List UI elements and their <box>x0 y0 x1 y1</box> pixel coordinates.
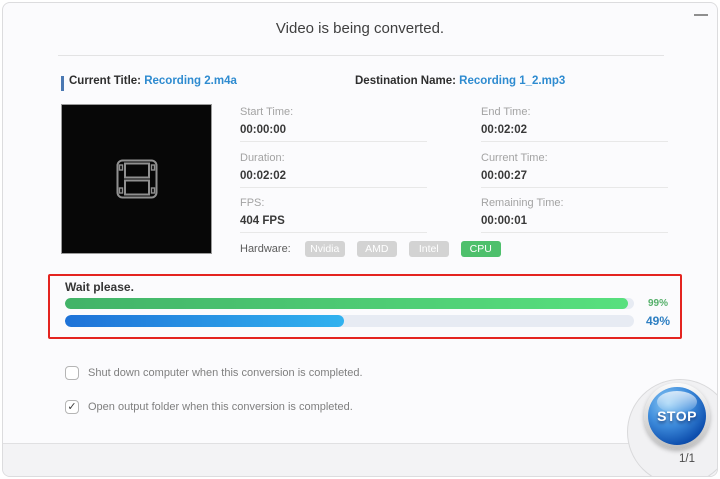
current-title-value: Recording 2.m4a <box>144 75 237 87</box>
shutdown-checkbox[interactable] <box>65 366 79 380</box>
field-label: FPS: <box>240 197 427 209</box>
option-shutdown[interactable]: Shut down computer when this conversion … <box>65 366 363 380</box>
hardware-option-intel[interactable]: Intel <box>409 241 449 257</box>
field-end-time: End Time: 00:02:02 <box>481 106 668 136</box>
hardware-label: Hardware: <box>240 243 291 255</box>
field-value: 00:02:02 <box>240 170 427 182</box>
progress-percent-total: 99% <box>641 298 675 309</box>
wait-message: Wait please. <box>65 280 134 294</box>
open-folder-label: Open output folder when this conversion … <box>88 401 353 413</box>
field-label: Current Time: <box>481 152 668 164</box>
field-label: Start Time: <box>240 106 427 118</box>
field-value: 00:02:02 <box>481 124 668 136</box>
open-folder-checkbox[interactable]: ✓ <box>65 400 79 414</box>
title-divider <box>58 55 664 56</box>
field-label: Remaining Time: <box>481 197 668 209</box>
progress-fill-current <box>65 315 344 327</box>
field-fps: FPS: 404 FPS <box>240 197 427 227</box>
page-indicator: 1/1 <box>679 453 695 465</box>
field-underline <box>481 232 668 233</box>
hardware-option-amd[interactable]: AMD <box>357 241 397 257</box>
field-value: 404 FPS <box>240 215 427 227</box>
progress-bar-current <box>65 315 634 327</box>
field-current-time: Current Time: 00:00:27 <box>481 152 668 182</box>
destination-value: Recording 1_2.mp3 <box>459 75 565 87</box>
minimize-icon <box>694 14 708 16</box>
field-duration: Duration: 00:02:02 <box>240 152 427 182</box>
hardware-row: Hardware: Nvidia AMD Intel CPU <box>240 241 513 257</box>
shutdown-label: Shut down computer when this conversion … <box>88 367 363 379</box>
field-remaining-time: Remaining Time: 00:00:01 <box>481 197 668 227</box>
field-underline <box>481 141 668 142</box>
page-title: Video is being converted. <box>3 20 717 37</box>
conversion-dialog: Video is being converted. Current Title:… <box>2 2 718 477</box>
stop-button-sphere: STOP <box>648 387 706 445</box>
field-value: 00:00:00 <box>240 124 427 136</box>
current-title-label: Current Title: <box>69 75 141 87</box>
current-title: Current Title: Recording 2.m4a <box>69 75 237 87</box>
stop-button-label: STOP <box>657 408 697 424</box>
field-underline <box>240 141 427 142</box>
hardware-option-cpu[interactable]: CPU <box>461 241 501 257</box>
field-label: Duration: <box>240 152 427 164</box>
field-start-time: Start Time: 00:00:00 <box>240 106 427 136</box>
option-open-folder[interactable]: ✓ Open output folder when this conversio… <box>65 400 353 414</box>
field-underline <box>240 232 427 233</box>
film-icon <box>116 159 158 199</box>
footer-bar <box>3 443 717 476</box>
hardware-option-nvidia[interactable]: Nvidia <box>305 241 345 257</box>
video-thumbnail <box>61 104 212 254</box>
field-underline <box>481 187 668 188</box>
destination-name: Destination Name: Recording 1_2.mp3 <box>355 75 565 87</box>
stop-button[interactable]: STOP <box>644 383 710 449</box>
field-label: End Time: <box>481 106 668 118</box>
field-underline <box>240 187 427 188</box>
accent-bar <box>61 76 64 91</box>
progress-bar-total <box>65 298 634 309</box>
progress-percent-current: 49% <box>641 314 675 328</box>
field-value: 00:00:01 <box>481 215 668 227</box>
field-value: 00:00:27 <box>481 170 668 182</box>
progress-fill-total <box>65 298 628 309</box>
destination-label: Destination Name: <box>355 75 456 87</box>
